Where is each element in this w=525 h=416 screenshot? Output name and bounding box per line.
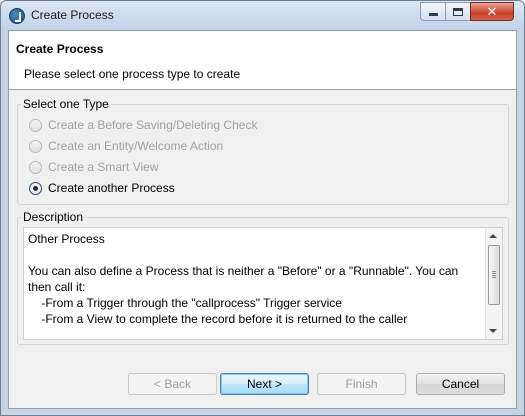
radio-option-entity-action[interactable]: Create an Entity/Welcome Action xyxy=(29,138,223,154)
description-textarea[interactable]: Other Process You can also define a Proc… xyxy=(23,227,503,340)
app-icon[interactable] xyxy=(9,8,25,24)
radio-button[interactable] xyxy=(29,160,42,174)
radio-option-smart-view[interactable]: Create a Smart View xyxy=(29,159,159,175)
cancel-button[interactable]: Cancel xyxy=(416,373,505,395)
description-group: Description Other Process You can also d… xyxy=(17,210,509,345)
radio-option-another-process[interactable]: Create another Process xyxy=(29,180,175,196)
wizard-header: Create Process Please select one process… xyxy=(9,31,516,90)
vertical-scrollbar[interactable] xyxy=(485,228,502,339)
window-title: Create Process xyxy=(31,8,114,22)
type-group-legend: Select one Type xyxy=(21,97,111,111)
radio-button[interactable] xyxy=(29,139,42,153)
type-group: Select one Type Create a Before Saving/D… xyxy=(17,97,509,205)
page-title: Create Process xyxy=(16,42,104,56)
dialog-window: Create Process ✕ Create Process Please s… xyxy=(0,0,525,416)
close-button[interactable]: ✕ xyxy=(470,2,514,21)
radio-label: Create a Smart View xyxy=(48,160,159,174)
radio-label: Create an Entity/Welcome Action xyxy=(48,139,224,153)
description-text: Other Process You can also define a Proc… xyxy=(28,232,459,326)
dialog-body: Create Process Please select one process… xyxy=(8,30,517,409)
close-icon: ✕ xyxy=(486,4,498,19)
radio-label: Create a Before Saving/Deleting Check xyxy=(48,118,258,132)
back-button[interactable]: < Back xyxy=(128,373,217,395)
minimize-button[interactable] xyxy=(420,2,446,21)
title-bar[interactable]: Create Process ✕ xyxy=(1,1,524,30)
finish-button[interactable]: Finish xyxy=(317,373,406,395)
maximize-icon xyxy=(453,7,463,16)
radio-button-selected[interactable] xyxy=(29,181,42,195)
next-button[interactable]: Next > xyxy=(220,373,309,395)
radio-label: Create another Process xyxy=(48,181,175,195)
description-group-legend: Description xyxy=(21,210,86,224)
radio-option-before-saving[interactable]: Create a Before Saving/Deleting Check xyxy=(29,117,257,133)
minimize-icon xyxy=(428,13,438,16)
page-subtitle: Please select one process type to create xyxy=(24,67,241,81)
maximize-button[interactable] xyxy=(445,2,471,21)
grip-icon xyxy=(492,271,496,272)
scroll-down-arrow-icon[interactable] xyxy=(489,329,497,333)
scroll-up-arrow-icon[interactable] xyxy=(489,234,497,238)
radio-button[interactable] xyxy=(29,118,42,132)
scrollbar-thumb[interactable] xyxy=(488,245,500,305)
